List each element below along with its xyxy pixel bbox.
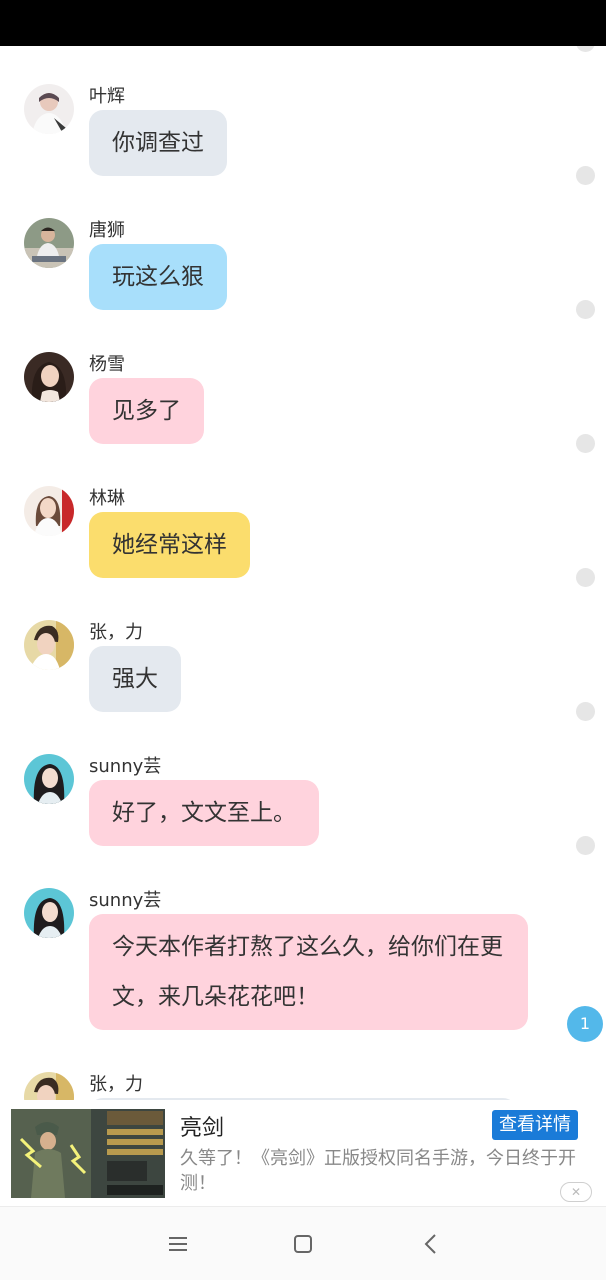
sender-name: 叶辉: [89, 86, 125, 107]
sender-name: 林琳: [89, 488, 125, 509]
message-bubble[interactable]: 见多了: [89, 378, 204, 444]
edge-dot: [576, 836, 595, 855]
edge-dot: [576, 300, 595, 319]
avatar-lin-lin[interactable]: [24, 486, 74, 536]
sender-name: 张，力: [89, 622, 143, 643]
message-bubble[interactable]: 强大: [89, 646, 181, 712]
sender-name: sunny芸: [89, 890, 162, 911]
ad-details-button[interactable]: 查看详情: [492, 1110, 578, 1140]
sender-name: sunny芸: [89, 756, 162, 777]
avatar-sunny-yun[interactable]: [24, 754, 74, 804]
message-bubble[interactable]: 玩这么狠: [89, 244, 227, 310]
ad-title[interactable]: 亮剑: [180, 1110, 224, 1142]
chat-message-list[interactable]: 叶辉 你调查过 唐狮 玩这么狠 杨雪 见多了 林琳 她经常这样 张，力 强大 s…: [0, 46, 606, 1100]
sender-name: 张，力: [89, 1074, 143, 1095]
back-chevron-icon[interactable]: [416, 1229, 446, 1259]
ad-description: 久等了！《亮剑》正版授权同名手游，今日终于开测！: [180, 1148, 576, 1194]
ad-banner[interactable]: 亮剑 查看详情 久等了！《亮剑》正版授权同名手游，今日终于开测！ ✕: [0, 1100, 606, 1206]
avatar-ye-hui[interactable]: [24, 84, 74, 134]
message-bubble[interactable]: 好了，文文至上。: [89, 780, 319, 846]
edge-dot: [576, 568, 595, 587]
edge-dot: [576, 166, 595, 185]
edge-dot: [576, 434, 595, 453]
home-square-icon[interactable]: [288, 1229, 318, 1259]
message-bubble[interactable]: 今天本作者打熬了这么久，给你们在更文，来几朵花花吧！: [89, 914, 528, 1030]
message-bubble[interactable]: 她经常这样: [89, 512, 250, 578]
avatar-yang-xue[interactable]: [24, 352, 74, 402]
edge-dot: [576, 46, 595, 52]
close-icon[interactable]: ✕: [560, 1182, 592, 1202]
edge-dot: [576, 702, 595, 721]
menu-icon[interactable]: [163, 1229, 193, 1259]
ad-game-image[interactable]: [11, 1109, 165, 1198]
avatar-zhang-li[interactable]: [24, 1072, 74, 1100]
page-badge[interactable]: 1: [567, 1006, 603, 1042]
system-nav-bar: [0, 1206, 606, 1280]
sender-name: 唐狮: [89, 220, 125, 241]
sender-name: 杨雪: [89, 354, 125, 375]
avatar-tang-shi[interactable]: [24, 218, 74, 268]
status-bar: [0, 0, 606, 46]
avatar-zhang-li[interactable]: [24, 620, 74, 670]
message-bubble[interactable]: 你调查过: [89, 110, 227, 176]
avatar-sunny-yun[interactable]: [24, 888, 74, 938]
